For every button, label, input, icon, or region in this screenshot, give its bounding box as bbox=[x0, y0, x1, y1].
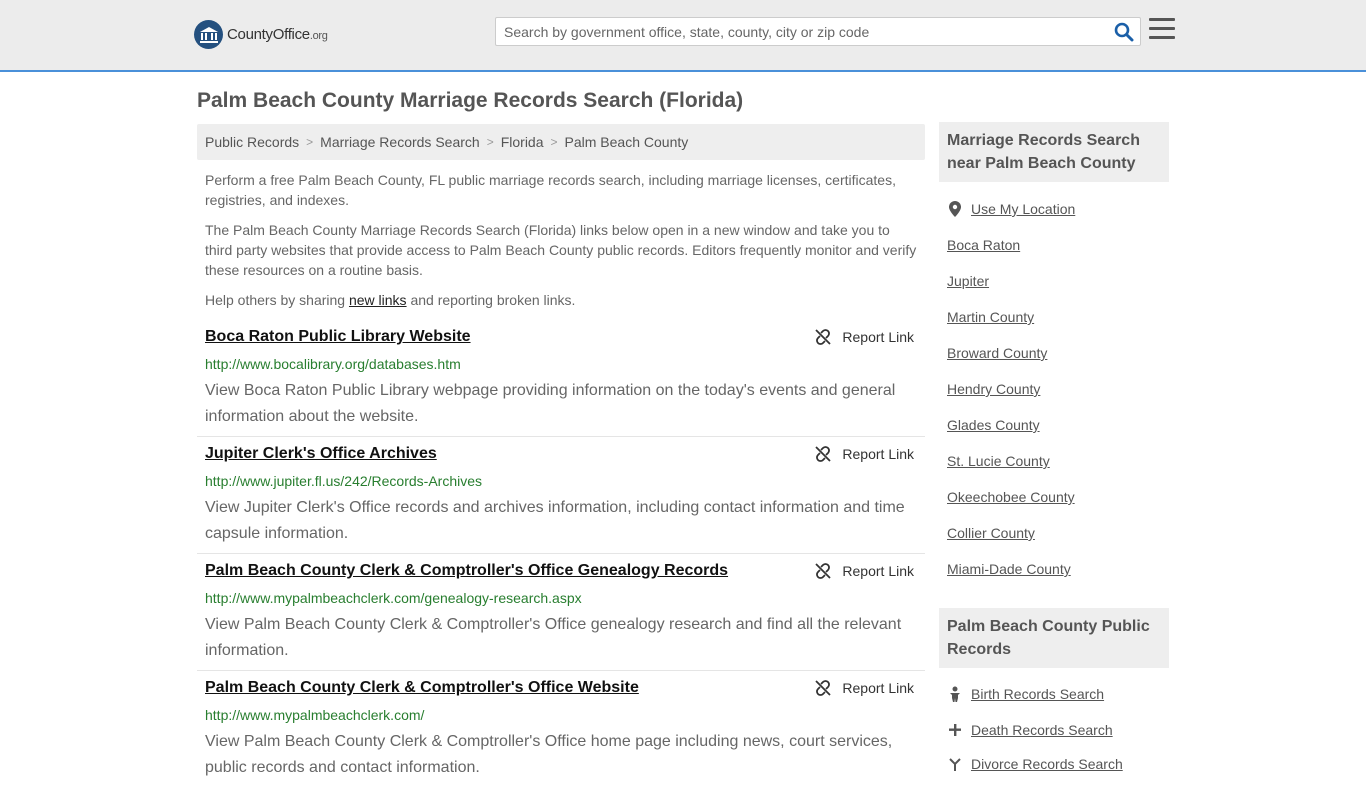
nearby-link-jupiter[interactable]: Jupiter bbox=[947, 273, 989, 289]
nearby-link-martin-county[interactable]: Martin County bbox=[947, 309, 1034, 325]
result-title-link[interactable]: Palm Beach County Clerk & Comptroller's … bbox=[205, 562, 728, 580]
report-link-button[interactable]: Report Link bbox=[815, 446, 914, 462]
search-input[interactable] bbox=[496, 18, 1096, 45]
divorce-records-link[interactable]: Divorce Records Search bbox=[971, 756, 1123, 772]
broken-link-icon bbox=[815, 563, 832, 579]
birth-records-link[interactable]: Birth Records Search bbox=[971, 686, 1104, 702]
nearby-link-st-lucie-county[interactable]: St. Lucie County bbox=[947, 453, 1050, 469]
death-records-link[interactable]: Death Records Search bbox=[971, 722, 1113, 738]
report-link-button[interactable]: Report Link bbox=[815, 329, 914, 345]
result-item: Boca Raton Public Library Website Report… bbox=[197, 320, 925, 437]
baby-icon bbox=[947, 686, 963, 702]
result-description: View Palm Beach County Clerk & Comptroll… bbox=[205, 733, 893, 776]
nearby-link-miami-dade-county[interactable]: Miami-Dade County bbox=[947, 561, 1071, 577]
use-my-location-link[interactable]: Use My Location bbox=[971, 201, 1075, 217]
result-url: http://www.jupiter.fl.us/242/Records-Arc… bbox=[205, 473, 483, 489]
intro-paragraph: Perform a free Palm Beach County, FL pub… bbox=[205, 172, 896, 208]
use-my-location: Use My Location bbox=[947, 201, 1075, 217]
result-item: Palm Beach County Clerk & Comptroller's … bbox=[197, 671, 925, 788]
result-description: View Palm Beach County Clerk & Comptroll… bbox=[205, 616, 902, 659]
logo-text: CountyOffice.org bbox=[227, 26, 328, 43]
report-link-button[interactable]: Report Link bbox=[815, 680, 914, 696]
result-url: http://www.mypalmbeachclerk.com/genealog… bbox=[205, 590, 582, 606]
broken-link-icon bbox=[815, 446, 832, 462]
nearby-link-okeechobee-county[interactable]: Okeechobee County bbox=[947, 489, 1075, 505]
search-icon[interactable] bbox=[1114, 22, 1134, 42]
new-links-link[interactable]: new links bbox=[349, 292, 407, 308]
result-title-link[interactable]: Jupiter Clerk's Office Archives bbox=[205, 445, 437, 463]
nearby-link-glades-county[interactable]: Glades County bbox=[947, 417, 1040, 433]
nearby-link-broward-county[interactable]: Broward County bbox=[947, 345, 1047, 361]
public-record-item: Birth Records Search bbox=[947, 686, 1104, 702]
breadcrumb-public-records[interactable]: Public Records bbox=[205, 134, 299, 150]
nearby-link-boca-raton[interactable]: Boca Raton bbox=[947, 237, 1020, 253]
nearby-link-collier-county[interactable]: Collier County bbox=[947, 525, 1035, 541]
hamburger-menu-icon[interactable] bbox=[1149, 18, 1175, 42]
result-title-link[interactable]: Palm Beach County Clerk & Comptroller's … bbox=[205, 679, 639, 697]
result-url: http://www.mypalmbeachclerk.com/ bbox=[205, 707, 425, 723]
disclaimer-paragraph: The Palm Beach County Marriage Records S… bbox=[205, 222, 917, 278]
public-record-item: Divorce Records Search bbox=[947, 756, 1123, 772]
map-marker-icon bbox=[947, 201, 963, 217]
page-title: Palm Beach County Marriage Records Searc… bbox=[197, 89, 744, 112]
broken-link-icon bbox=[815, 680, 832, 696]
report-link-button[interactable]: Report Link bbox=[815, 563, 914, 579]
cross-icon bbox=[947, 724, 963, 736]
result-url: http://www.bocalibrary.org/databases.htm bbox=[205, 356, 461, 372]
public-record-item: Death Records Search bbox=[947, 722, 1113, 738]
result-description: View Boca Raton Public Library webpage p… bbox=[205, 382, 896, 425]
nearby-link-hendry-county[interactable]: Hendry County bbox=[947, 381, 1040, 397]
broken-link-icon bbox=[815, 329, 832, 345]
breadcrumb-palm-beach-county[interactable]: Palm Beach County bbox=[565, 134, 689, 150]
breadcrumb: Public Records > Marriage Records Search… bbox=[197, 124, 925, 160]
nearby-heading: Marriage Records Search near Palm Beach … bbox=[939, 122, 1169, 182]
help-paragraph: Help others by sharing new links and rep… bbox=[205, 292, 576, 308]
breadcrumb-separator: > bbox=[306, 135, 314, 149]
top-header: CountyOffice.org bbox=[0, 0, 1366, 72]
result-description: View Jupiter Clerk's Office records and … bbox=[205, 499, 905, 542]
breadcrumb-separator: > bbox=[550, 135, 558, 149]
county-office-logo-icon bbox=[194, 20, 223, 49]
breadcrumb-marriage-records[interactable]: Marriage Records Search bbox=[320, 134, 480, 150]
result-item: Palm Beach County Clerk & Comptroller's … bbox=[197, 554, 925, 671]
result-title-link[interactable]: Boca Raton Public Library Website bbox=[205, 328, 471, 346]
result-item: Jupiter Clerk's Office Archives Report L… bbox=[197, 437, 925, 554]
site-logo[interactable]: CountyOffice.org bbox=[194, 20, 328, 49]
breadcrumb-separator: > bbox=[486, 135, 494, 149]
search-box bbox=[495, 17, 1141, 46]
split-icon bbox=[947, 757, 963, 771]
public-records-heading: Palm Beach County Public Records bbox=[939, 608, 1169, 668]
breadcrumb-florida[interactable]: Florida bbox=[501, 134, 544, 150]
